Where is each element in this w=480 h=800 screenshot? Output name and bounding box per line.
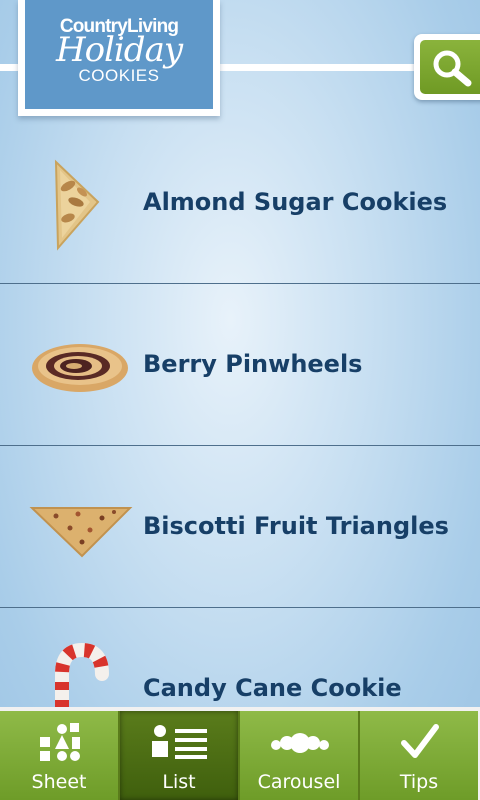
triangle-cookie-thumbnail xyxy=(29,507,133,558)
candy-cane-cookie-thumbnail xyxy=(55,642,109,707)
list-icon xyxy=(152,725,207,759)
tab-label: List xyxy=(162,771,196,793)
search-icon xyxy=(433,50,472,87)
recipe-title[interactable]: Biscotti Fruit Triangles xyxy=(143,512,449,540)
logo-script-text: Holiday xyxy=(55,30,183,70)
app-logo: CountryLiving Holiday COOKIES xyxy=(18,0,220,116)
tab-carousel[interactable]: Carousel xyxy=(240,711,358,800)
tab-label: Sheet xyxy=(31,771,87,793)
search-button-face[interactable] xyxy=(420,40,480,94)
recipe-title[interactable]: Almond Sugar Cookies xyxy=(143,188,447,216)
recipe-title[interactable]: Candy Cane Cookie xyxy=(143,674,402,702)
carousel-icon xyxy=(271,733,329,753)
search-button[interactable] xyxy=(414,34,480,100)
tab-label: Tips xyxy=(399,771,439,793)
bottom-tab-bar: Sheet List Carousel Tips xyxy=(0,707,480,800)
pinwheel-cookie-thumbnail xyxy=(32,344,128,392)
recipe-row-almond-sugar-cookies[interactable]: Almond Sugar Cookies xyxy=(0,122,480,284)
tab-sheet[interactable]: Sheet xyxy=(0,711,118,800)
recipe-row-candy-cane-cookie[interactable]: Candy Cane Cookie xyxy=(0,608,480,707)
logo-panel: CountryLiving Holiday COOKIES xyxy=(25,0,213,109)
shapes-icon xyxy=(40,723,80,761)
tab-list[interactable]: List xyxy=(120,711,238,800)
recipe-list[interactable]: Almond Sugar Cookies Berry Pinwheels Bis… xyxy=(0,122,480,707)
tab-label: Carousel xyxy=(257,771,341,793)
recipe-title[interactable]: Berry Pinwheels xyxy=(143,350,362,378)
app-header: CountryLiving Holiday COOKIES xyxy=(0,0,480,122)
recipe-row-biscotti-fruit-triangles[interactable]: Biscotti Fruit Triangles xyxy=(0,446,480,608)
checkmark-icon xyxy=(401,724,439,758)
almond-cookie-thumbnail xyxy=(54,159,100,251)
tab-tips[interactable]: Tips xyxy=(360,711,478,800)
logo-sub-text: COOKIES xyxy=(78,66,160,85)
recipe-row-berry-pinwheels[interactable]: Berry Pinwheels xyxy=(0,284,480,446)
